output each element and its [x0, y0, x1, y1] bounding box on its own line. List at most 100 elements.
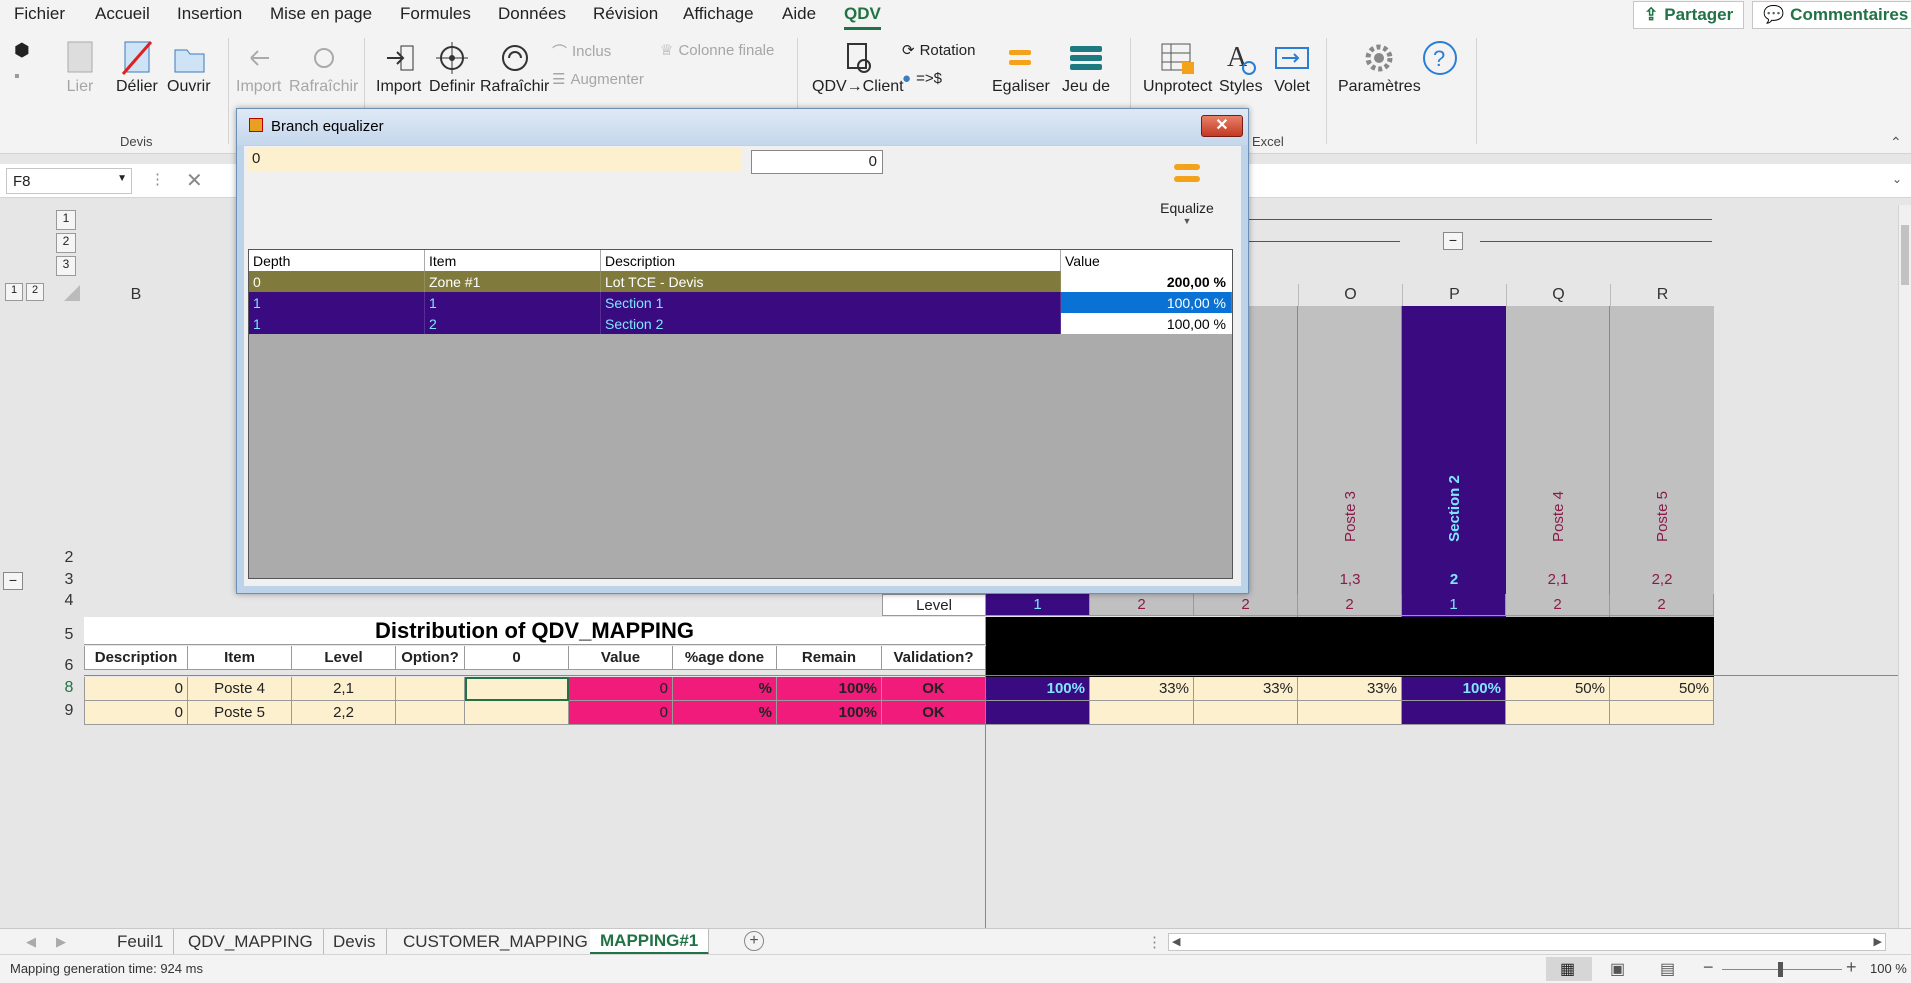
menu-mise-en-page[interactable]: Mise en page: [270, 4, 372, 24]
r8-zero-selected[interactable]: [465, 677, 569, 701]
r8-value[interactable]: 0: [569, 677, 673, 701]
menu-donnees[interactable]: Données: [498, 4, 566, 24]
menu-affichage[interactable]: Affichage: [683, 4, 754, 24]
normal-view-button[interactable]: ▦: [1546, 957, 1592, 981]
r9-level[interactable]: 2,2: [292, 701, 396, 725]
table-row[interactable]: 1 1 Section 1 100,00 %: [249, 292, 1232, 313]
sheet-tab-qdv-mapping[interactable]: QDV_MAPPING: [178, 929, 324, 955]
select-all-corner[interactable]: [64, 285, 80, 301]
level-cell-5[interactable]: 1: [1402, 594, 1506, 616]
col-header-p[interactable]: P: [1402, 284, 1506, 306]
r9-description[interactable]: 0: [84, 701, 188, 725]
import-button[interactable]: Import: [376, 38, 421, 96]
row-header-4[interactable]: 4: [54, 592, 84, 610]
zoom-level[interactable]: 100 %: [1870, 961, 1907, 976]
qdv-client-button[interactable]: QDV→Client: [812, 38, 904, 96]
hdr-description[interactable]: Description: [84, 646, 188, 670]
add-sheet-icon[interactable]: +: [744, 931, 764, 951]
convert-dollar-button[interactable]: ● =>$: [902, 70, 942, 87]
col-header-o[interactable]: O: [1298, 284, 1402, 306]
r8-dist-3[interactable]: 33%: [1194, 677, 1298, 701]
r9-zero[interactable]: [465, 701, 569, 725]
outline-level-1[interactable]: 1: [56, 210, 76, 230]
col-outline-level-2[interactable]: 2: [26, 283, 44, 301]
col-header-r[interactable]: R: [1610, 284, 1714, 306]
menu-revision[interactable]: Révision: [593, 4, 658, 24]
dialog-titlebar[interactable]: Branch equalizer ✕: [237, 109, 1248, 145]
hdr-level[interactable]: Level: [292, 646, 396, 670]
refresh-disabled-button[interactable]: Rafraîchir: [289, 38, 358, 96]
table-row[interactable]: 0 Zone #1 Lot TCE - Devis 200,00 %: [249, 271, 1232, 292]
close-button[interactable]: ✕: [1201, 115, 1243, 137]
r9-pct[interactable]: %: [673, 701, 777, 725]
tab-next-icon[interactable]: ▶: [56, 934, 66, 950]
parametres-button[interactable]: Paramètres: [1338, 38, 1421, 96]
r9-dist-6[interactable]: [1506, 701, 1610, 725]
r9-item[interactable]: Poste 5: [188, 701, 292, 725]
total-value-input[interactable]: 0: [751, 150, 883, 174]
level-cell-4[interactable]: 2: [1298, 594, 1402, 616]
menu-accueil[interactable]: Accueil: [95, 4, 150, 24]
sheet-tab-customer-mapping[interactable]: CUSTOMER_MAPPING: [393, 929, 599, 955]
zoom-out-icon[interactable]: −: [1703, 957, 1714, 978]
row-value[interactable]: 200,00 %: [1061, 271, 1232, 292]
level-cell-7[interactable]: 2: [1610, 594, 1714, 616]
outline-level-2[interactable]: 2: [56, 233, 76, 253]
r8-dist-7[interactable]: 50%: [1610, 677, 1714, 701]
r8-valid[interactable]: OK: [882, 677, 986, 701]
hdr-zero[interactable]: 0: [465, 646, 569, 670]
lier-button[interactable]: Lier: [62, 38, 98, 96]
r9-option[interactable]: [396, 701, 465, 725]
hdr-pct-done[interactable]: %age done: [673, 646, 777, 670]
jeu-de-button[interactable]: Jeu de: [1062, 38, 1110, 96]
hdr-value[interactable]: Value: [569, 646, 673, 670]
colonne-finale-button[interactable]: ♕ Colonne finale: [660, 41, 774, 60]
ouvrir-button[interactable]: Ouvrir: [167, 38, 211, 96]
menu-fichier[interactable]: Fichier: [14, 4, 65, 24]
cube-icon[interactable]: ⬢: [14, 40, 30, 61]
hdr-option[interactable]: Option?: [396, 646, 465, 670]
r9-valid[interactable]: OK: [882, 701, 986, 725]
zoom-in-icon[interactable]: +: [1846, 957, 1857, 978]
col-header-description[interactable]: Description: [601, 250, 1061, 271]
level-cell-3[interactable]: 2: [1194, 594, 1298, 616]
name-box[interactable]: F8 ▼: [6, 168, 132, 194]
sheet-tab-mapping-1[interactable]: MAPPING#1: [590, 929, 710, 955]
row-header-2[interactable]: 2: [54, 549, 84, 567]
styles-button[interactable]: A Styles: [1219, 38, 1263, 96]
level-cell-1[interactable]: 1: [986, 594, 1090, 616]
import-disabled-button[interactable]: Import: [236, 38, 281, 96]
hdr-item[interactable]: Item: [188, 646, 292, 670]
col-outline-level-1[interactable]: 1: [5, 283, 23, 301]
equalize-button[interactable]: Equalize ▼: [1152, 156, 1222, 231]
col-header-value[interactable]: Value: [1061, 250, 1232, 271]
r9-dist-4[interactable]: [1298, 701, 1402, 725]
r8-description[interactable]: 0: [84, 677, 188, 701]
scroll-left-icon[interactable]: ◀: [1172, 935, 1180, 948]
row-header-6[interactable]: 6: [54, 657, 84, 675]
vertical-scroll-thumb[interactable]: [1901, 225, 1909, 285]
splitter-dots-icon[interactable]: ⋮: [1147, 933, 1162, 951]
r8-dist-6[interactable]: 50%: [1506, 677, 1610, 701]
zoom-slider-thumb[interactable]: [1778, 962, 1783, 977]
rotation-button[interactable]: ⟳ Rotation: [902, 41, 975, 60]
horizontal-scrollbar[interactable]: ◀ ▶: [1168, 933, 1886, 951]
hdr-validation[interactable]: Validation?: [882, 646, 986, 670]
row-header-5[interactable]: 5: [54, 626, 84, 644]
horizontal-scroll-thumb[interactable]: [1189, 937, 1789, 947]
cube-small-icon[interactable]: ▪: [14, 68, 20, 86]
r8-dist-2[interactable]: 33%: [1090, 677, 1194, 701]
r9-dist-1[interactable]: [986, 701, 1090, 725]
hdr-remain[interactable]: Remain: [777, 646, 882, 670]
table-row[interactable]: 1 2 Section 2 100,00 %: [249, 313, 1232, 334]
level-cell-6[interactable]: 2: [1506, 594, 1610, 616]
row-header-3[interactable]: 3: [54, 571, 84, 589]
volet-button[interactable]: Volet: [1272, 38, 1312, 96]
help-button[interactable]: ?: [1420, 38, 1460, 78]
row-value-selected[interactable]: 100,00 %: [1061, 292, 1232, 313]
tab-prev-icon[interactable]: ◀: [26, 934, 36, 950]
r9-remain[interactable]: 100%: [777, 701, 882, 725]
r9-dist-3[interactable]: [1194, 701, 1298, 725]
r9-dist-2[interactable]: [1090, 701, 1194, 725]
sheet-tab-devis[interactable]: Devis: [323, 929, 387, 955]
